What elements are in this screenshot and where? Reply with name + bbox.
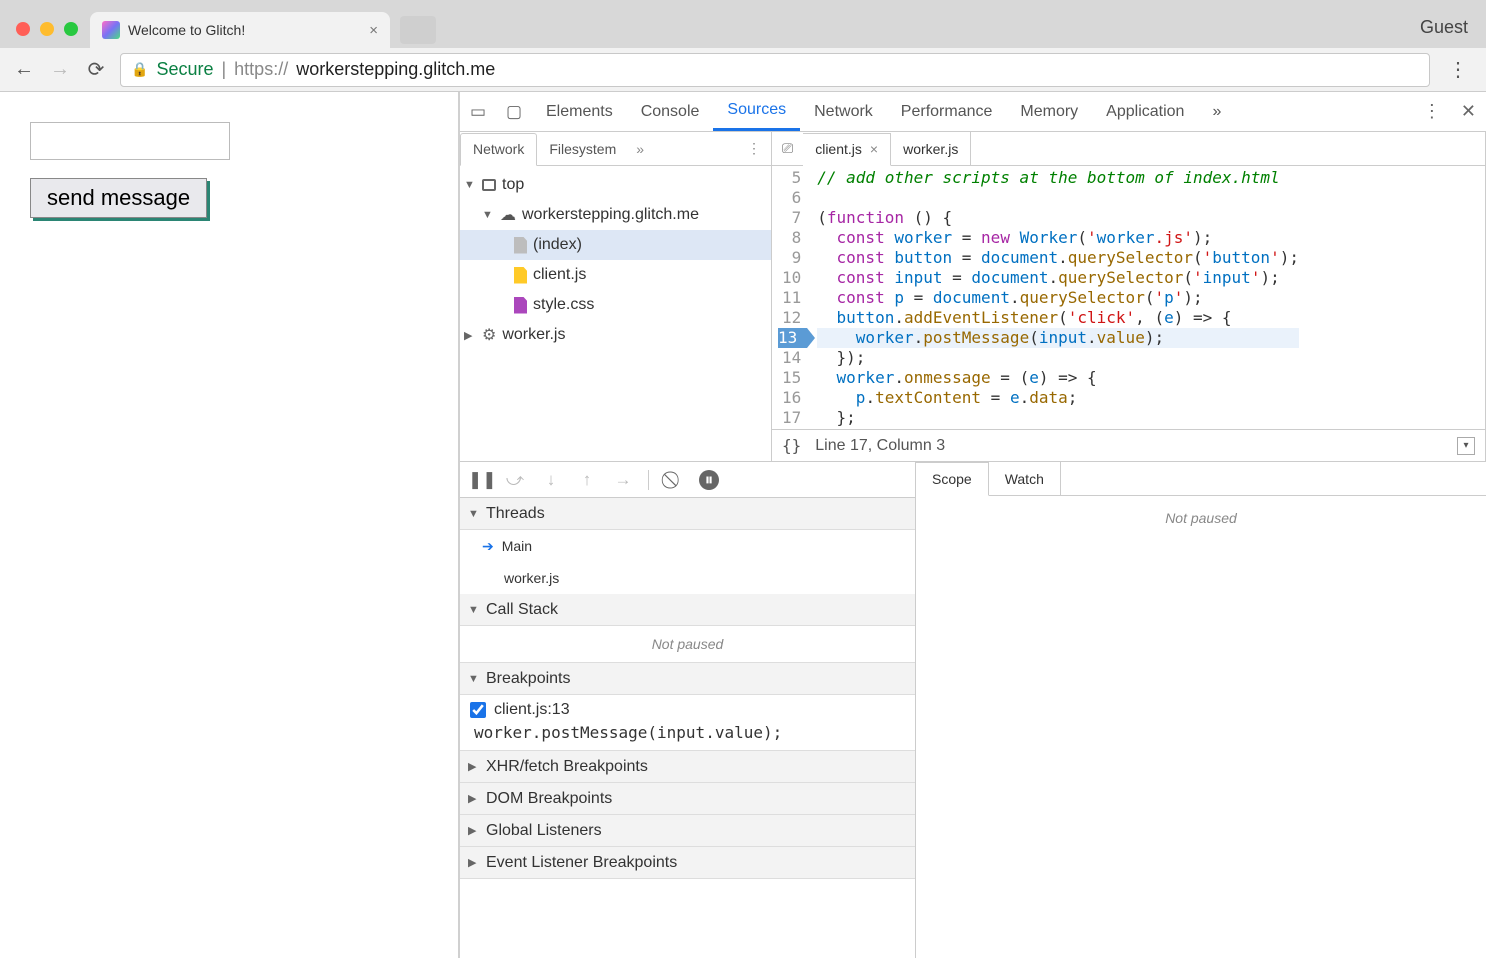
address-bar: ← → ⟳ 🔒 Secure | https:// workerstepping.… (0, 48, 1486, 92)
gear-icon: ⚙ (482, 325, 496, 345)
forward-button[interactable]: → (48, 58, 72, 82)
event-listener-breakpoints-section[interactable]: ▶Event Listener Breakpoints (460, 847, 915, 879)
editor-statusbar: {} Line 17, Column 3 ▾ (772, 429, 1485, 461)
message-input[interactable] (30, 122, 230, 160)
code-editor[interactable]: 56789101112131415161718 // add other scr… (772, 166, 1485, 429)
thread-main[interactable]: ➔Main (460, 530, 915, 562)
navigator-more[interactable]: » (628, 141, 652, 157)
profile-label[interactable]: Guest (1420, 17, 1486, 48)
devtools-close-button[interactable]: ✕ (1451, 101, 1486, 122)
scope-empty: Not paused (916, 496, 1486, 540)
pause-on-exceptions-button[interactable]: ⏸ (699, 470, 719, 490)
new-tab-button[interactable] (400, 16, 436, 44)
tab-strip: Welcome to Glitch! × Guest (0, 0, 1486, 48)
close-tab-icon[interactable]: × (870, 141, 878, 157)
url-separator: | (221, 59, 226, 80)
callstack-section[interactable]: ▼Call Stack (460, 594, 915, 626)
editor-tab-clientjs[interactable]: client.js× (803, 133, 891, 166)
maximize-window-button[interactable] (64, 22, 78, 36)
breakpoint-snippet: worker.postMessage(input.value); (470, 719, 907, 742)
device-toolbar-icon[interactable]: ▢ (496, 102, 532, 122)
close-window-button[interactable] (16, 22, 30, 36)
navigator-tab-filesystem[interactable]: Filesystem (537, 132, 628, 165)
devtools-settings-button[interactable]: ⋮ (1413, 101, 1451, 122)
pretty-print-button[interactable]: {} (782, 436, 801, 455)
breakpoints-section[interactable]: ▼Breakpoints (460, 663, 915, 695)
cursor-position: Line 17, Column 3 (815, 437, 945, 455)
lock-icon: 🔒 (131, 61, 148, 78)
devtools-tab-console[interactable]: Console (627, 92, 714, 131)
tree-frame-top[interactable]: ▼ top (460, 170, 771, 200)
send-message-button[interactable]: send message (30, 178, 207, 218)
browser-menu-button[interactable]: ⋮ (1442, 57, 1474, 82)
watch-tab[interactable]: Watch (989, 462, 1061, 495)
navigator-tabs: Network Filesystem » ⋮ (460, 132, 771, 166)
tree-file-clientjs[interactable]: client.js (460, 260, 771, 290)
editor-tab-workerjs[interactable]: worker.js (891, 132, 971, 165)
global-listeners-section[interactable]: ▶Global Listeners (460, 815, 915, 847)
step-into-button[interactable]: ↓ (540, 470, 562, 490)
document-icon (514, 237, 527, 254)
window-controls (12, 22, 90, 48)
tree-file-index[interactable]: (index) (460, 230, 771, 260)
breakpoint-checkbox[interactable] (470, 702, 486, 718)
debugger-sidebar: ❚❚ ⤻ ↓ ↑ → ⃠ ⏸ ▼Threads ➔Main worker.js … (460, 462, 916, 958)
secure-label: Secure (156, 59, 213, 80)
file-tree: ▼ top ▼☁ workerstepping.glitch.me (index… (460, 166, 771, 354)
toggle-navigator-icon[interactable]: ⎚ (772, 140, 803, 157)
step-over-button[interactable]: ⤻ (504, 470, 526, 490)
cloud-icon: ☁ (500, 205, 516, 225)
reload-button[interactable]: ⟳ (84, 58, 108, 82)
js-file-icon (514, 267, 527, 284)
debugger-toolbar: ❚❚ ⤻ ↓ ↑ → ⃠ ⏸ (460, 462, 915, 498)
callstack-empty: Not paused (460, 626, 915, 663)
browser-tab[interactable]: Welcome to Glitch! × (90, 12, 390, 48)
step-out-button[interactable]: ↑ (576, 470, 598, 490)
page-pane: send message (0, 92, 460, 958)
step-button[interactable]: → (612, 470, 634, 490)
minimize-window-button[interactable] (40, 22, 54, 36)
active-thread-icon: ➔ (482, 538, 494, 555)
back-button[interactable]: ← (12, 58, 36, 82)
navigator-tab-network[interactable]: Network (460, 133, 537, 166)
editor-tabs: ⎚ client.js× worker.js (772, 132, 1485, 166)
devtools-tab-performance[interactable]: Performance (887, 92, 1007, 131)
url-host: workerstepping.glitch.me (296, 59, 495, 80)
devtools-tab-sources[interactable]: Sources (713, 92, 800, 131)
devtools-tab-network[interactable]: Network (800, 92, 887, 131)
devtools: ▭ ▢ ElementsConsoleSourcesNetworkPerform… (460, 92, 1486, 958)
threads-section[interactable]: ▼Threads (460, 498, 915, 530)
css-file-icon (514, 297, 527, 314)
tab-title: Welcome to Glitch! (128, 22, 245, 38)
frame-icon (482, 179, 496, 191)
devtools-tabs: ▭ ▢ ElementsConsoleSourcesNetworkPerform… (460, 92, 1486, 132)
thread-worker[interactable]: worker.js (460, 562, 915, 594)
devtools-tab-memory[interactable]: Memory (1006, 92, 1092, 131)
devtools-tab-application[interactable]: Application (1092, 92, 1198, 131)
tree-domain[interactable]: ▼☁ workerstepping.glitch.me (460, 200, 771, 230)
dom-breakpoints-section[interactable]: ▶DOM Breakpoints (460, 783, 915, 815)
close-tab-button[interactable]: × (369, 22, 378, 39)
tree-worker[interactable]: ▶⚙ worker.js (460, 320, 771, 350)
devtools-tab-elements[interactable]: Elements (532, 92, 627, 131)
tree-file-stylecss[interactable]: style.css (460, 290, 771, 320)
url-box[interactable]: 🔒 Secure | https:// workerstepping.glitch… (120, 53, 1430, 87)
editor-pane: ⎚ client.js× worker.js 56789101112131415… (772, 132, 1486, 461)
navigator-menu[interactable]: ⋮ (737, 140, 771, 157)
inspect-icon[interactable]: ▭ (460, 102, 496, 122)
favicon-icon (102, 21, 120, 39)
xhr-breakpoints-section[interactable]: ▶XHR/fetch Breakpoints (460, 751, 915, 783)
devtools-more-tabs[interactable]: » (1198, 92, 1235, 131)
pause-button[interactable]: ❚❚ (468, 470, 490, 490)
scope-tab[interactable]: Scope (916, 462, 989, 496)
sources-navigator: Network Filesystem » ⋮ ▼ top ▼☁ workerst… (460, 132, 772, 461)
url-scheme: https:// (234, 59, 288, 80)
breakpoint-item[interactable]: client.js:13 worker.postMessage(input.va… (460, 695, 915, 751)
snippets-dropdown[interactable]: ▾ (1457, 437, 1475, 455)
scope-tabs: Scope Watch (916, 462, 1486, 496)
browser-chrome: Welcome to Glitch! × Guest ← → ⟳ 🔒 Secur… (0, 0, 1486, 92)
deactivate-breakpoints-button[interactable]: ⃠ (663, 470, 685, 490)
scope-pane: Scope Watch Not paused (916, 462, 1486, 958)
